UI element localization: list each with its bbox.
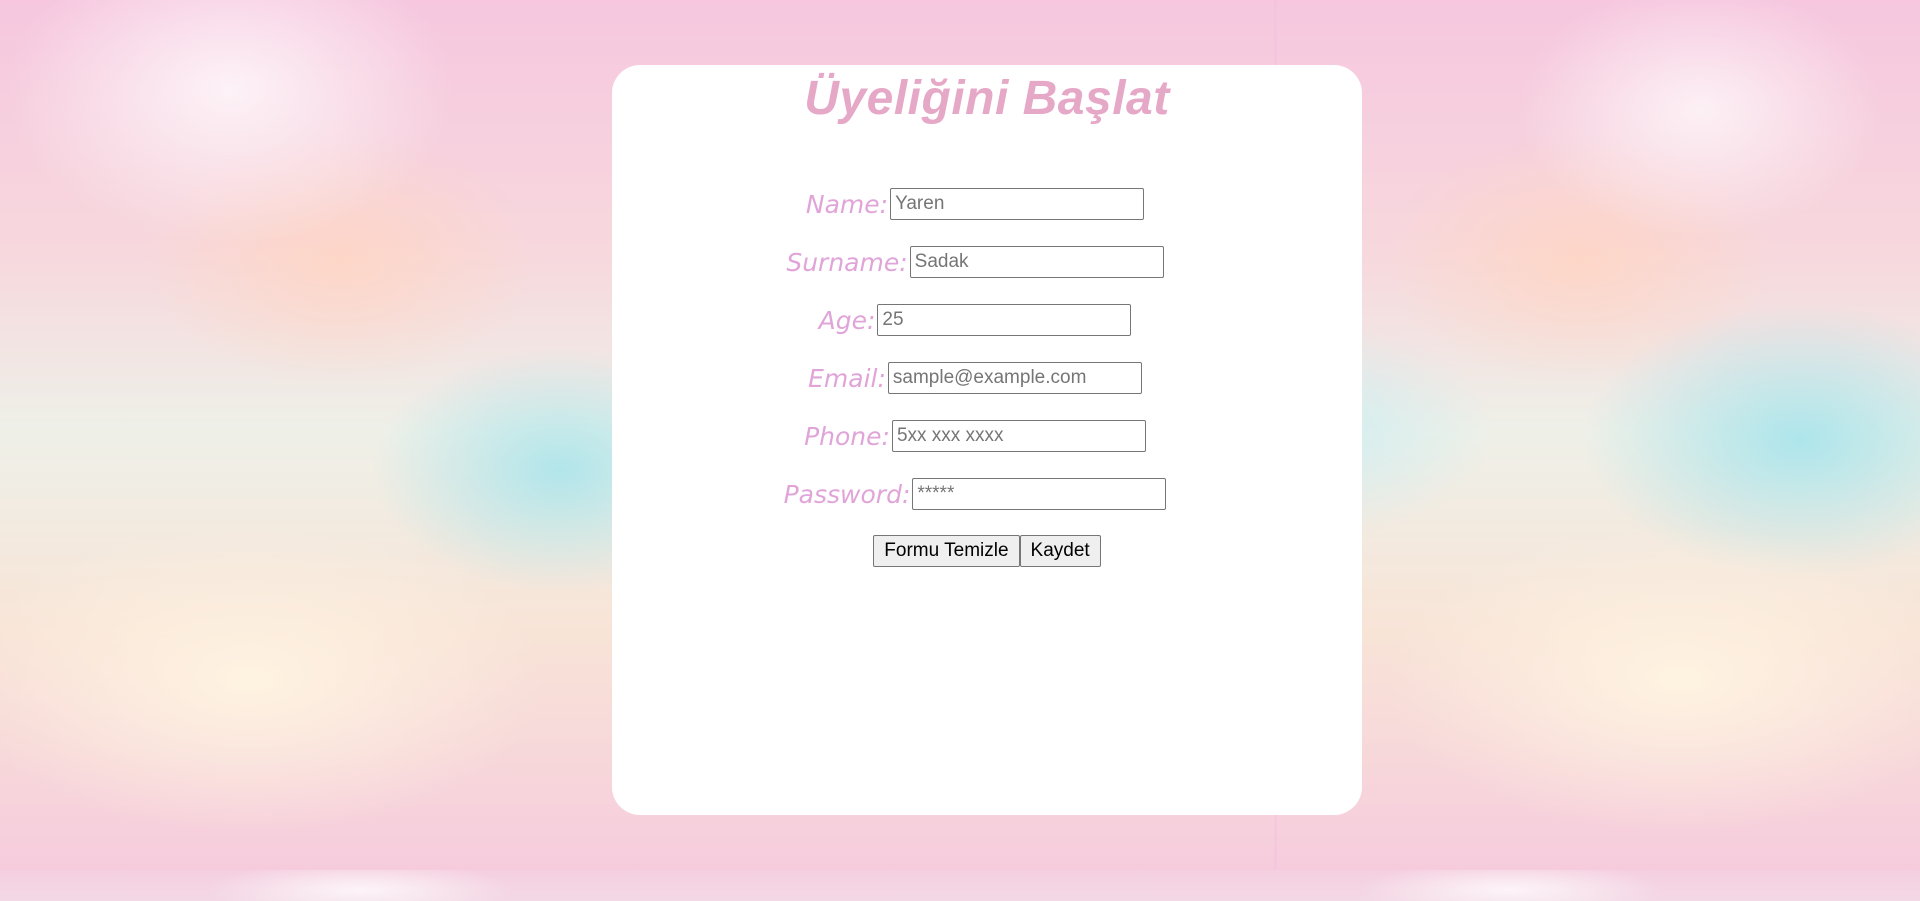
- background-bottom-band: [0, 870, 1920, 901]
- age-label: Age:: [818, 305, 876, 335]
- phone-input[interactable]: [891, 420, 1146, 452]
- password-input[interactable]: [912, 478, 1167, 510]
- form-row-surname: Surname:: [600, 233, 1350, 291]
- reset-form-button[interactable]: Formu Temizle: [873, 535, 1020, 567]
- phone-label: Phone:: [804, 421, 890, 451]
- email-input[interactable]: [887, 362, 1142, 394]
- form-actions: Formu Temizle Kaydet: [612, 535, 1362, 567]
- form-row-password: Password:: [600, 465, 1350, 523]
- surname-input[interactable]: [909, 246, 1164, 278]
- page-title: Üyeliğini Başlat: [804, 72, 1170, 125]
- form-row-name: Name:: [600, 175, 1350, 233]
- password-label: Password:: [783, 479, 911, 509]
- form-row-age: Age:: [600, 291, 1350, 349]
- name-input[interactable]: [890, 188, 1145, 220]
- form-row-email: Email:: [600, 349, 1350, 407]
- surname-label: Surname:: [786, 247, 908, 277]
- save-button[interactable]: Kaydet: [1019, 535, 1101, 567]
- name-label: Name:: [805, 189, 889, 219]
- email-label: Email:: [808, 363, 886, 393]
- age-input[interactable]: [877, 304, 1132, 336]
- signup-card: Üyeliğini Başlat Name: Surname: Age: Ema…: [612, 65, 1362, 815]
- form-row-phone: Phone:: [600, 407, 1350, 465]
- signup-form: Name: Surname: Age: Email: Phone: Passwo…: [612, 175, 1362, 567]
